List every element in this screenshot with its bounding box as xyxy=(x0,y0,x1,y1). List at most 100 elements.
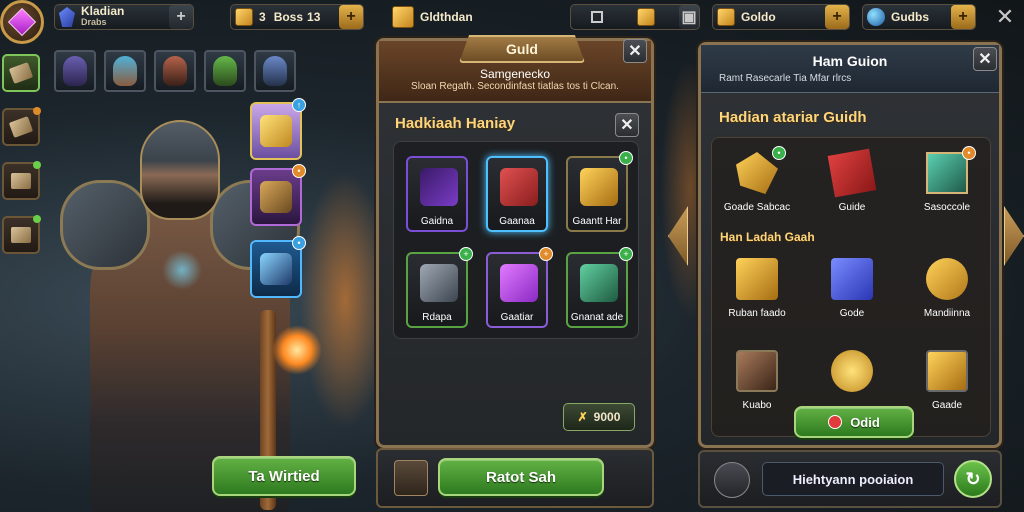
section-title: Hadkiaah Haniay xyxy=(395,115,516,132)
hero-portrait-1[interactable] xyxy=(54,50,96,92)
hero-face xyxy=(113,56,137,86)
menu-chest-button[interactable] xyxy=(2,107,41,146)
gold-icon xyxy=(717,8,735,26)
shop-item-label: Guide xyxy=(838,202,866,213)
badge-icon: + xyxy=(459,247,473,261)
map-icon xyxy=(926,152,968,194)
hero-portrait-3[interactable] xyxy=(154,50,196,92)
shop-item-label: Gaade xyxy=(931,400,963,411)
close-section-button[interactable]: ✕ xyxy=(615,113,639,137)
gold-medal-icon xyxy=(831,350,873,392)
add-orb-button[interactable]: + xyxy=(951,5,975,29)
add-gold-button[interactable]: + xyxy=(825,5,849,29)
red-book-icon xyxy=(827,148,877,198)
shop-item[interactable]: Mandiinna xyxy=(902,250,992,326)
currency-gudbs: Gudbs + xyxy=(862,4,976,30)
add-icon[interactable]: + xyxy=(169,5,193,29)
item-label: Gaatiar xyxy=(500,312,534,323)
book-icon xyxy=(500,168,538,206)
skill-card-1[interactable]: ↑ xyxy=(250,98,306,160)
hero-portrait-2[interactable] xyxy=(104,50,146,92)
shop-item[interactable]: • Sasoccole xyxy=(902,144,992,220)
badge-icon: • xyxy=(772,146,786,160)
skill-card-3[interactable]: • xyxy=(250,236,306,298)
shop-section-1: Hadian atariar Guidh xyxy=(719,109,867,126)
grid-item[interactable]: Gnanat ade + xyxy=(566,247,633,328)
currency-goldo: Goldo + xyxy=(712,4,850,30)
shop-panel: Ham Guion Ramt Rasecarle Tia Mfar rlrcs … xyxy=(698,42,1002,448)
helmet-icon xyxy=(260,181,292,213)
rank-icon xyxy=(59,7,75,27)
shop-item[interactable]: Guide xyxy=(807,144,897,220)
guild-panel: Samgenecko Sloan Regath. Secondinfast ti… xyxy=(376,35,654,448)
shop-header: Ham Guion Ramt Rasecarle Tia Mfar rlrcs xyxy=(701,45,999,93)
item-label: Gaidna xyxy=(420,216,454,227)
shop-item[interactable]: Kuabo xyxy=(712,342,802,418)
item-label: Gaantt Har xyxy=(572,216,622,227)
shop-item[interactable]: Gode xyxy=(807,250,897,326)
gold-cube-icon xyxy=(926,350,968,392)
hero-face xyxy=(163,56,187,86)
badge-icon: ↑ xyxy=(292,98,306,112)
bag-icon[interactable]: ▣ xyxy=(679,5,699,29)
grid-item[interactable]: Gaantt Har • xyxy=(566,151,633,232)
sword-icon[interactable] xyxy=(714,462,750,498)
grid-item[interactable]: Gaatiar + xyxy=(486,247,553,328)
grid-item-selected[interactable]: Gaanaa xyxy=(486,156,548,232)
add-currency-button[interactable]: + xyxy=(339,5,363,29)
hero-card-icon xyxy=(736,350,778,392)
scroll-icon[interactable] xyxy=(394,460,428,496)
hero-portrait-5[interactable] xyxy=(254,50,296,92)
shop-item[interactable]: • Goade Sabcac xyxy=(712,144,802,220)
premium-gem-button[interactable] xyxy=(0,0,44,44)
confirm-button[interactable]: Odid xyxy=(794,406,914,438)
price-value: 9000 xyxy=(593,410,621,424)
key-icon: ✗ xyxy=(577,410,588,424)
refresh-icon[interactable]: ↻ xyxy=(954,460,992,498)
gold-chest-icon xyxy=(736,258,778,300)
hero-shoulder-left xyxy=(60,180,150,270)
shop-item-label: Mandiinna xyxy=(923,308,971,319)
player-name: Kladian xyxy=(81,4,125,18)
gift-icon xyxy=(500,264,538,302)
player-info[interactable]: Kladian Drabs + xyxy=(54,4,194,30)
skill-card-2[interactable]: • xyxy=(250,164,306,226)
menu-crate-button[interactable] xyxy=(2,161,41,200)
close-shop-button[interactable]: ✕ xyxy=(973,47,997,71)
item-label: Rdapa xyxy=(422,312,452,323)
shop-item-label: Goade Sabcac xyxy=(723,202,791,213)
blue-gift-icon xyxy=(831,258,873,300)
shop-item-label: Gode xyxy=(839,308,865,319)
coin-icon xyxy=(637,8,655,26)
menu-box-button[interactable] xyxy=(2,215,41,254)
currency3-label: Goldo xyxy=(741,10,776,24)
grid-item[interactable]: Rdapa + xyxy=(406,247,473,328)
shop-item[interactable]: Ruban faado xyxy=(712,250,802,326)
hero-face xyxy=(213,56,237,86)
badge-icon: • xyxy=(619,151,633,165)
close-icon[interactable]: ✕ xyxy=(992,4,1018,30)
badge-icon: + xyxy=(539,247,553,261)
gauntlet-icon xyxy=(420,264,458,302)
menu-scroll-button[interactable] xyxy=(2,54,40,92)
badge-icon: • xyxy=(292,236,306,250)
cube-icon xyxy=(235,8,253,26)
shop-item[interactable]: Gaade xyxy=(902,342,992,418)
player-sub: Drabs xyxy=(81,17,107,27)
confirm-label: Odid xyxy=(850,414,880,430)
grid-item[interactable]: Gaidna xyxy=(406,156,468,232)
hero-portrait-4[interactable] xyxy=(204,50,246,92)
price-button[interactable]: ✗ 9000 xyxy=(563,403,635,431)
close-guild-button[interactable]: ✕ xyxy=(623,39,647,63)
badge-icon: • xyxy=(962,146,976,160)
guild-footer-button[interactable]: Ratot Sah xyxy=(438,458,604,496)
shop-section-2: Han Ladah Gaah xyxy=(720,230,815,244)
guild-footer: Ratot Sah xyxy=(376,448,654,508)
top-bar: Kladian Drabs + 3 Boss 13 + Gldthdan ▣ G… xyxy=(0,0,1024,44)
orb-icon xyxy=(867,8,885,26)
coins-icon xyxy=(926,258,968,300)
box-icon xyxy=(11,227,31,243)
hero-action-button[interactable]: Ta Wirtied xyxy=(212,456,356,496)
tab-guild[interactable]: Guld xyxy=(459,35,585,63)
position-field[interactable]: Hiehtyann pooiaion xyxy=(762,462,944,496)
